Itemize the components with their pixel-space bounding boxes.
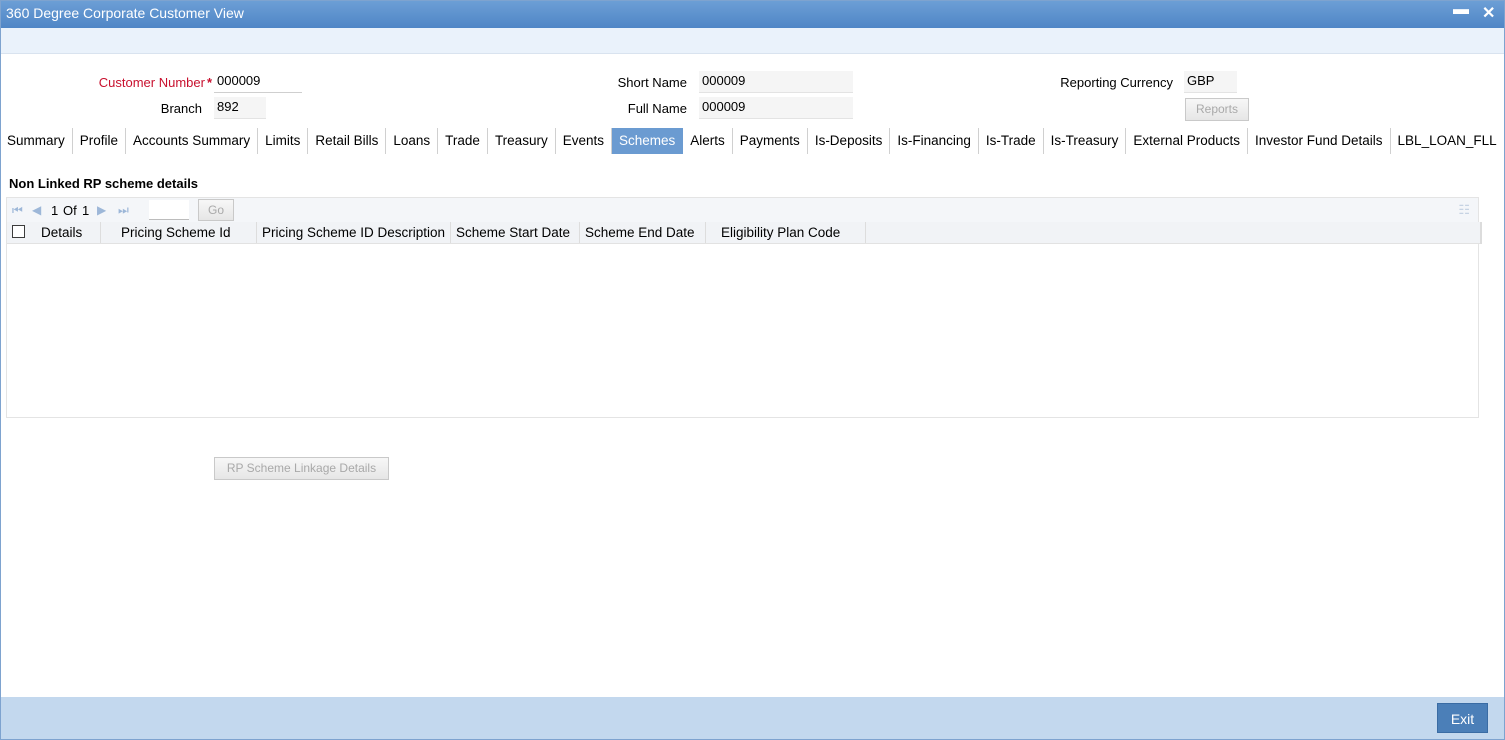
tab-profile[interactable]: Profile bbox=[73, 128, 127, 154]
full-name-field[interactable]: 000009 bbox=[699, 97, 853, 119]
column-pricing-scheme-id-description[interactable]: Pricing Scheme ID Description bbox=[257, 222, 451, 243]
tab-is-deposits[interactable]: Is-Deposits bbox=[808, 128, 891, 154]
required-mark: * bbox=[206, 75, 212, 90]
column-details[interactable]: Details bbox=[7, 222, 101, 243]
grid-pager: ⏮ ◀ 1 Of 1 ▶ ⏭ Go ☷ bbox=[7, 198, 1478, 222]
footer-bar: Exit bbox=[1, 697, 1504, 739]
column-eligibility-plan-code[interactable]: Eligibility Plan Code bbox=[706, 222, 866, 243]
total-pages: 1 bbox=[82, 203, 90, 218]
tab-trade[interactable]: Trade bbox=[438, 128, 488, 154]
tab-is-trade[interactable]: Is-Trade bbox=[979, 128, 1044, 154]
page-number-input[interactable] bbox=[149, 200, 189, 220]
exit-button[interactable]: Exit bbox=[1437, 703, 1488, 733]
tab-is-treasury[interactable]: Is-Treasury bbox=[1044, 128, 1127, 154]
section-title: Non Linked RP scheme details bbox=[9, 176, 199, 191]
branch-field[interactable]: 892 bbox=[214, 97, 266, 119]
tab-retail-bills[interactable]: Retail Bills bbox=[308, 128, 387, 154]
tab-is-financing[interactable]: Is-Financing bbox=[890, 128, 979, 154]
of-label: Of bbox=[63, 203, 77, 218]
reports-button[interactable]: Reports bbox=[1185, 98, 1249, 121]
tab-loans[interactable]: Loans bbox=[386, 128, 439, 154]
reporting-currency-field[interactable]: GBP bbox=[1184, 71, 1237, 93]
branch-label: Branch bbox=[160, 101, 202, 116]
short-name-label: Short Name bbox=[617, 75, 687, 90]
minimize-icon[interactable]: ▬ bbox=[1453, 1, 1469, 19]
column-scheme-start-date[interactable]: Scheme Start Date bbox=[451, 222, 580, 243]
grid-scrollbar[interactable] bbox=[1480, 222, 1482, 244]
schemes-grid: ⏮ ◀ 1 Of 1 ▶ ⏭ Go ☷ Details Pricing Sche… bbox=[6, 197, 1482, 418]
short-name-field[interactable]: 000009 bbox=[699, 71, 853, 93]
full-name-label: Full Name bbox=[627, 101, 687, 116]
window-titlebar: 360 Degree Corporate Customer View ▬ ✕ bbox=[0, 0, 1505, 28]
tab-bar: Summary Profile Accounts Summary Limits Reta… bbox=[0, 128, 1505, 154]
grid-header: Details Pricing Scheme Id Pricing Scheme… bbox=[7, 222, 1480, 244]
tab-summary[interactable]: Summary bbox=[0, 128, 73, 154]
toolbar-strip bbox=[1, 28, 1504, 54]
tab-external-products[interactable]: External Products bbox=[1126, 128, 1248, 154]
select-all-checkbox[interactable] bbox=[12, 225, 25, 238]
tab-alerts[interactable]: Alerts bbox=[683, 128, 733, 154]
column-pricing-scheme-id[interactable]: Pricing Scheme Id bbox=[101, 222, 257, 243]
tab-treasury[interactable]: Treasury bbox=[488, 128, 556, 154]
last-page-icon[interactable]: ⏭ bbox=[118, 203, 129, 218]
tab-limits[interactable]: Limits bbox=[258, 128, 309, 154]
grid-menu-icon[interactable]: ☷ bbox=[1458, 202, 1470, 218]
column-scheme-end-date[interactable]: Scheme End Date bbox=[580, 222, 706, 243]
current-page: 1 bbox=[51, 203, 59, 218]
next-page-icon[interactable]: ▶ bbox=[97, 203, 106, 217]
previous-page-icon[interactable]: ◀ bbox=[32, 203, 41, 217]
tab-payments[interactable]: Payments bbox=[733, 128, 808, 154]
tab-schemes[interactable]: Schemes bbox=[611, 128, 684, 154]
rp-scheme-linkage-details-button[interactable]: RP Scheme Linkage Details bbox=[214, 457, 389, 480]
tab-lbl-loan-fll[interactable]: LBL_LOAN_FLL bbox=[1391, 128, 1505, 154]
first-page-icon[interactable]: ⏮ bbox=[12, 203, 23, 218]
tab-events[interactable]: Events bbox=[556, 128, 612, 154]
tab-accounts-summary[interactable]: Accounts Summary bbox=[126, 128, 259, 154]
customer-number-label: Customer Number * bbox=[98, 75, 212, 90]
customer-number-field[interactable]: 000009 bbox=[214, 71, 302, 93]
tab-investor-fund-details[interactable]: Investor Fund Details bbox=[1248, 128, 1391, 154]
go-button[interactable]: Go bbox=[198, 199, 234, 221]
close-icon[interactable]: ✕ bbox=[1482, 3, 1495, 23]
reporting-currency-label: Reporting Currency bbox=[1060, 75, 1173, 90]
window-title: 360 Degree Corporate Customer View bbox=[6, 5, 244, 21]
